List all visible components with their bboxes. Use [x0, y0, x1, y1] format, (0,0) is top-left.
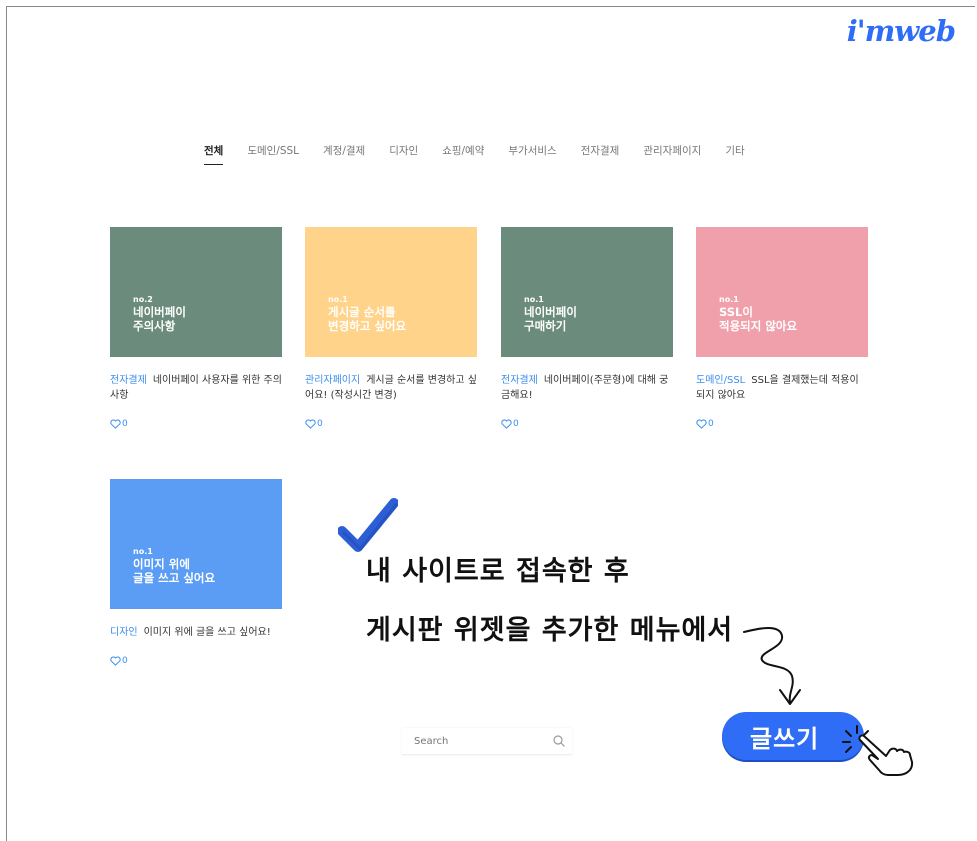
tab-addon-services[interactable]: 부가서비스 [508, 143, 556, 165]
tab-all[interactable]: 전체 [204, 143, 224, 165]
like-count: 0 [708, 419, 714, 429]
search-input[interactable] [402, 734, 556, 748]
search-icon[interactable] [552, 734, 566, 748]
thumbnail-number: no.1 [719, 295, 739, 304]
curved-arrow-icon [743, 627, 801, 705]
post-card[interactable]: no.1 SSL이 적용되지 않아요 도메인/SSL SSL을 결제했는데 적용이… [696, 227, 868, 429]
tab-account-payment[interactable]: 계정/결제 [323, 143, 365, 165]
post-category-tag[interactable]: 도메인/SSL [696, 375, 745, 386]
thumbnail-title: 이미지 위에 글을 쓰고 싶어요 [133, 557, 216, 585]
tab-design[interactable]: 디자인 [389, 143, 418, 165]
post-description[interactable]: 전자결제 네이버페이(주문형)에 대해 궁금해요! [501, 373, 673, 403]
thumbnail-title: 네이버페이 주의사항 [133, 305, 186, 333]
post-thumbnail[interactable]: no.1 네이버페이 구매하기 [501, 227, 673, 357]
like-counter[interactable]: 0 [501, 419, 673, 429]
thumbnail-title: 게시글 순서를 변경하고 싶어요 [328, 305, 407, 333]
like-count: 0 [317, 419, 323, 429]
tab-e-payment[interactable]: 전자결제 [581, 143, 620, 165]
like-counter[interactable]: 0 [305, 419, 477, 429]
post-description[interactable]: 전자결제 네이버페이 사용자를 위한 주의사항 [110, 373, 282, 403]
thumbnail-number: no.2 [133, 295, 153, 304]
post-description[interactable]: 관리자페이지 게시글 순서를 변경하고 싶어요! (작성시간 변경) [305, 373, 477, 403]
thumbnail-title: SSL이 적용되지 않아요 [719, 305, 798, 333]
thumbnail-number: no.1 [328, 295, 348, 304]
post-category-tag[interactable]: 전자결제 [501, 375, 538, 386]
search-box[interactable] [402, 728, 572, 755]
imweb-logo[interactable]: i'mweb [847, 14, 956, 48]
post-description[interactable]: 디자인 이미지 위에 글을 쓰고 싶어요! [110, 625, 282, 640]
like-counter[interactable]: 0 [110, 419, 282, 429]
annotation-line-2: 게시판 위젯을 추가한 메뉴에서 [366, 615, 734, 646]
category-tabs: 전체 도메인/SSL 계정/결제 디자인 쇼핑/예약 부가서비스 전자결제 관리… [204, 143, 769, 165]
post-description[interactable]: 도메인/SSL SSL을 결제했는데 적용이 되지 않아요 [696, 373, 868, 403]
tab-shopping-reservation[interactable]: 쇼핑/예약 [442, 143, 484, 165]
heart-icon[interactable] [501, 419, 512, 429]
pointer-hand-icon [858, 734, 914, 776]
heart-icon[interactable] [110, 419, 121, 429]
tab-etc[interactable]: 기타 [725, 143, 744, 165]
tab-admin-page[interactable]: 관리자페이지 [643, 143, 701, 165]
like-count: 0 [122, 419, 128, 429]
post-thumbnail[interactable]: no.1 SSL이 적용되지 않아요 [696, 227, 868, 357]
post-thumbnail[interactable]: no.1 게시글 순서를 변경하고 싶어요 [305, 227, 477, 357]
post-thumbnail[interactable]: no.1 이미지 위에 글을 쓰고 싶어요 [110, 479, 282, 609]
like-counter[interactable]: 0 [110, 656, 282, 666]
post-category-tag[interactable]: 디자인 [110, 627, 138, 638]
checkmark-icon [338, 498, 398, 552]
post-category-tag[interactable]: 관리자페이지 [305, 375, 360, 386]
heart-icon[interactable] [696, 419, 707, 429]
thumbnail-title: 네이버페이 구매하기 [524, 305, 577, 333]
heart-icon[interactable] [305, 419, 316, 429]
post-category-tag[interactable]: 전자결제 [110, 375, 147, 386]
post-card[interactable]: no.1 이미지 위에 글을 쓰고 싶어요 디자인 이미지 위에 글을 쓰고 싶어… [110, 479, 282, 666]
thumbnail-number: no.1 [133, 547, 153, 556]
post-card[interactable]: no.1 게시글 순서를 변경하고 싶어요 관리자페이지 게시글 순서를 변경하고… [305, 227, 477, 429]
thumbnail-number: no.1 [524, 295, 544, 304]
post-title[interactable]: 이미지 위에 글을 쓰고 싶어요! [144, 627, 271, 638]
post-thumbnail[interactable]: no.2 네이버페이 주의사항 [110, 227, 282, 357]
like-count: 0 [122, 656, 128, 666]
tab-domain-ssl[interactable]: 도메인/SSL [247, 143, 299, 165]
post-card[interactable]: no.2 네이버페이 주의사항 전자결제 네이버페이 사용자를 위한 주의사항 0 [110, 227, 282, 429]
like-counter[interactable]: 0 [696, 419, 868, 429]
heart-icon[interactable] [110, 656, 121, 666]
post-card[interactable]: no.1 네이버페이 구매하기 전자결제 네이버페이(주문형)에 대해 궁금해요!… [501, 227, 673, 429]
annotation-line-1: 내 사이트로 접속한 후 [366, 556, 630, 587]
like-count: 0 [513, 419, 519, 429]
